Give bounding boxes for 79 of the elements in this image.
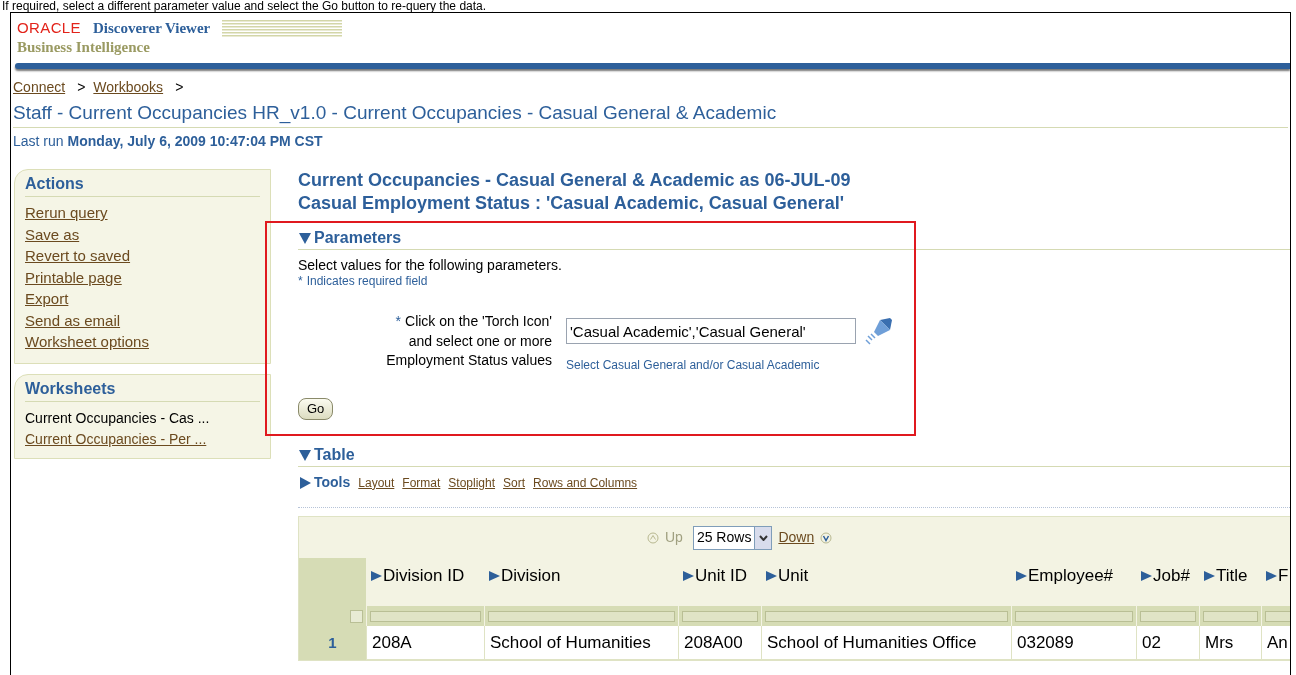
collapse-icon[interactable]	[298, 231, 312, 245]
sort-arrow-icon	[1204, 570, 1215, 583]
up-icon[interactable]	[647, 531, 659, 544]
table-cell-text: Mrs	[1205, 632, 1234, 654]
column-filter-bar[interactable]	[488, 610, 675, 622]
select-all-checkbox[interactable]	[350, 609, 363, 623]
column-filter-bar[interactable]	[1015, 610, 1133, 622]
column-filter-bar[interactable]	[1203, 610, 1258, 622]
sort-arrow-icon	[371, 570, 382, 583]
intro-text: Select values for the following parameters.	[298, 256, 563, 274]
action-link[interactable]: Export	[25, 290, 69, 307]
sort-arrow-icon	[1141, 570, 1152, 583]
action-link[interactable]: Worksheet options	[25, 333, 149, 350]
last-run-label: Last run	[13, 132, 64, 151]
table-cell-text: School of Humanities Office	[767, 632, 977, 654]
breadcrumb-separator: >	[77, 78, 86, 96]
table-cell-text: 208A00	[684, 632, 743, 654]
tool-link[interactable]: Layout	[358, 473, 395, 492]
worksheet-link[interactable]: Current Occupancies - Cas ...	[25, 409, 210, 426]
section-title: Table	[314, 445, 355, 466]
last-run-value: Monday, July 6, 2009 10:47:04 PM CST	[67, 132, 323, 151]
go-button[interactable]: Go	[298, 398, 334, 420]
panel-title: Actions	[25, 172, 260, 197]
expand-icon[interactable]	[298, 475, 312, 490]
logo: ORACLE	[17, 20, 81, 36]
field-hint: Select Casual General and/or Casual Academic	[566, 358, 821, 372]
rows-select[interactable]: 25 Rows	[692, 525, 773, 550]
field-label: and select one or more	[408, 331, 552, 351]
column-filter-bar[interactable]	[370, 610, 481, 622]
collapse-icon[interactable]	[298, 448, 312, 463]
product-name: Discoverer Viewer	[92, 20, 211, 36]
dropdown-icon	[758, 534, 768, 541]
breadcrumb-separator: >	[175, 78, 184, 96]
table-cell-text: 032089	[1017, 632, 1074, 654]
sort-arrow-icon	[1016, 570, 1027, 583]
table-cell-text: 208A	[372, 632, 412, 654]
action-link[interactable]: Revert to saved	[25, 247, 131, 264]
column-header[interactable]: Unit	[766, 566, 809, 587]
field-label: Click on the 'Torch Icon'	[405, 312, 552, 331]
required-note: Indicates required field	[306, 274, 428, 288]
sort-arrow-icon	[766, 570, 777, 583]
caption-text: If required, select a different parameter value and select the Go button to re-query the data.	[1, 0, 488, 12]
worksheet-link[interactable]: Current Occupancies - Per ...	[25, 430, 207, 447]
sort-arrow-icon	[1266, 570, 1277, 583]
panel-title: Worksheets	[25, 376, 260, 402]
product-subtitle: Business Intelligence	[17, 38, 151, 57]
down-link[interactable]: Down	[778, 527, 815, 549]
sort-arrow-icon	[683, 570, 694, 583]
required-mark: *	[395, 312, 402, 331]
breadcrumb-link[interactable]: Connect	[13, 78, 66, 96]
tool-link[interactable]: Stoplight	[448, 473, 496, 492]
tools-label: Tools	[314, 473, 351, 493]
input-field[interactable]: 'Casual Academic','Casual General'	[566, 318, 856, 344]
tool-link[interactable]: Rows and Columns	[533, 473, 638, 492]
section-title: Parameters	[314, 228, 402, 248]
column-header[interactable]: Division	[489, 566, 561, 587]
required-mark: *	[298, 274, 303, 288]
action-link[interactable]: Rerun query	[25, 204, 108, 221]
table-cell-text: 02	[1142, 632, 1161, 654]
sort-arrow-icon	[489, 570, 500, 583]
report-title: Current Occupancies - Casual General & Academic as 06-JUL-09	[298, 169, 852, 192]
field-label: Employment Status values	[386, 351, 552, 370]
action-link[interactable]: Save as	[25, 225, 80, 243]
down-icon[interactable]	[820, 531, 833, 544]
action-link[interactable]: Send as email	[25, 311, 121, 329]
action-link[interactable]: Printable page	[25, 268, 122, 286]
table-cell-text: School of Humanities	[490, 632, 651, 654]
breadcrumb-link[interactable]: Workbooks	[93, 78, 164, 96]
flashlight-icon[interactable]	[864, 316, 894, 346]
table-cell-text: An	[1267, 632, 1288, 654]
page-title: Staff - Current Occupancies HR_v1.0 - Current Occupancies - Casual General & Academic	[13, 101, 778, 125]
tool-link[interactable]: Format	[402, 473, 441, 492]
column-filter-bar[interactable]	[765, 610, 1008, 622]
tool-link[interactable]: Sort	[503, 473, 526, 492]
column-filter-bar[interactable]	[682, 610, 758, 622]
column-filter-bar[interactable]	[1140, 610, 1196, 622]
column-filter-bar[interactable]	[1265, 610, 1290, 622]
row-number: 1	[328, 633, 337, 653]
report-title: Casual Employment Status : 'Casual Academic, Casual General'	[298, 192, 846, 215]
